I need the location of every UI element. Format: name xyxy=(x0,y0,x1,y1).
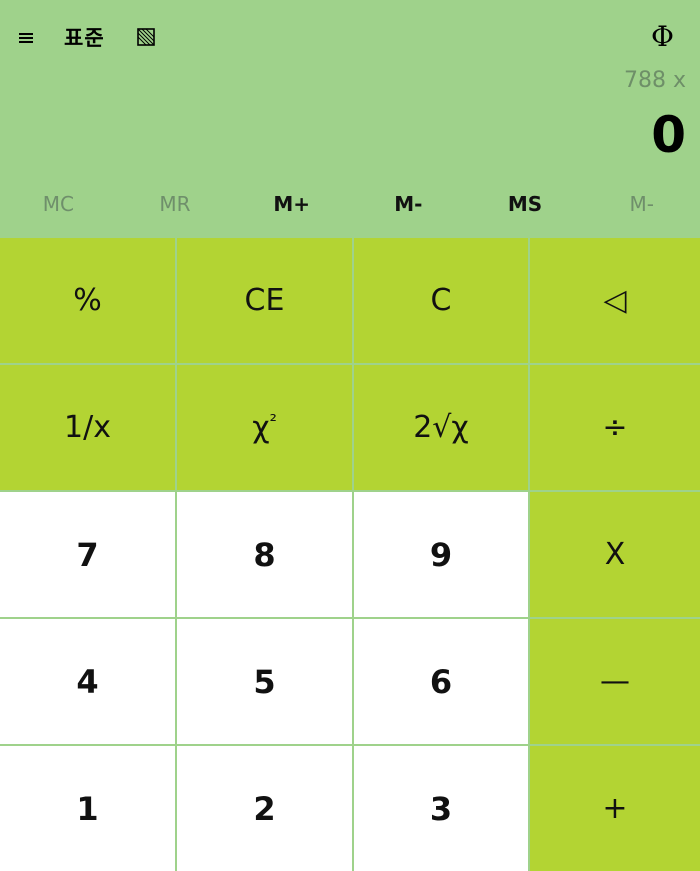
memory-clear-button[interactable]: MC xyxy=(0,180,117,228)
digit-5-button[interactable]: 5 xyxy=(177,619,352,744)
digit-2-button[interactable]: 2 xyxy=(177,746,352,871)
reciprocal-button[interactable]: 1/x xyxy=(0,365,175,490)
subtract-button[interactable]: — xyxy=(530,619,700,744)
memory-recall-button[interactable]: MR xyxy=(117,180,234,228)
memory-list-button[interactable]: M- xyxy=(583,180,700,228)
digit-6-button[interactable]: 6 xyxy=(354,619,528,744)
square-root-button[interactable]: 2√χ xyxy=(354,365,528,490)
memory-add-button[interactable]: M+ xyxy=(233,180,350,228)
add-button[interactable]: + xyxy=(530,746,700,871)
clear-entry-button[interactable]: CE xyxy=(177,238,352,363)
square-exponent: ² xyxy=(269,411,277,432)
digit-9-button[interactable]: 9 xyxy=(354,492,528,617)
digit-3-button[interactable]: 3 xyxy=(354,746,528,871)
calculator-window: 표준 Φ 788 x 0 MC MR M+ M- MS M- % CE C ◁ … xyxy=(0,0,700,871)
backspace-button[interactable]: ◁ xyxy=(530,238,700,363)
expression-display: 788 x xyxy=(623,68,686,93)
memory-store-button[interactable]: MS xyxy=(467,180,584,228)
clear-button[interactable]: C xyxy=(354,238,528,363)
digit-1-button[interactable]: 1 xyxy=(0,746,175,871)
keep-on-top-icon[interactable] xyxy=(136,27,156,47)
mode-title: 표준 xyxy=(64,26,105,50)
memory-bar: MC MR M+ M- MS M- xyxy=(0,180,700,228)
hamburger-menu-icon[interactable] xyxy=(16,26,38,48)
memory-subtract-button[interactable]: M- xyxy=(350,180,467,228)
digit-7-button[interactable]: 7 xyxy=(0,492,175,617)
square-base: χ xyxy=(252,410,270,445)
percent-button[interactable]: % xyxy=(0,238,175,363)
keypad: % CE C ◁ 1/x χ² 2√χ ÷ 7 8 9 X 4 5 6 — 1 … xyxy=(0,238,700,871)
result-display: 0 xyxy=(651,106,686,164)
multiply-button[interactable]: X xyxy=(530,492,700,617)
square-button[interactable]: χ² xyxy=(177,365,352,490)
header: 표준 Φ xyxy=(0,0,700,75)
digit-8-button[interactable]: 8 xyxy=(177,492,352,617)
digit-4-button[interactable]: 4 xyxy=(0,619,175,744)
history-icon[interactable]: Φ xyxy=(651,20,674,54)
divide-button[interactable]: ÷ xyxy=(530,365,700,490)
